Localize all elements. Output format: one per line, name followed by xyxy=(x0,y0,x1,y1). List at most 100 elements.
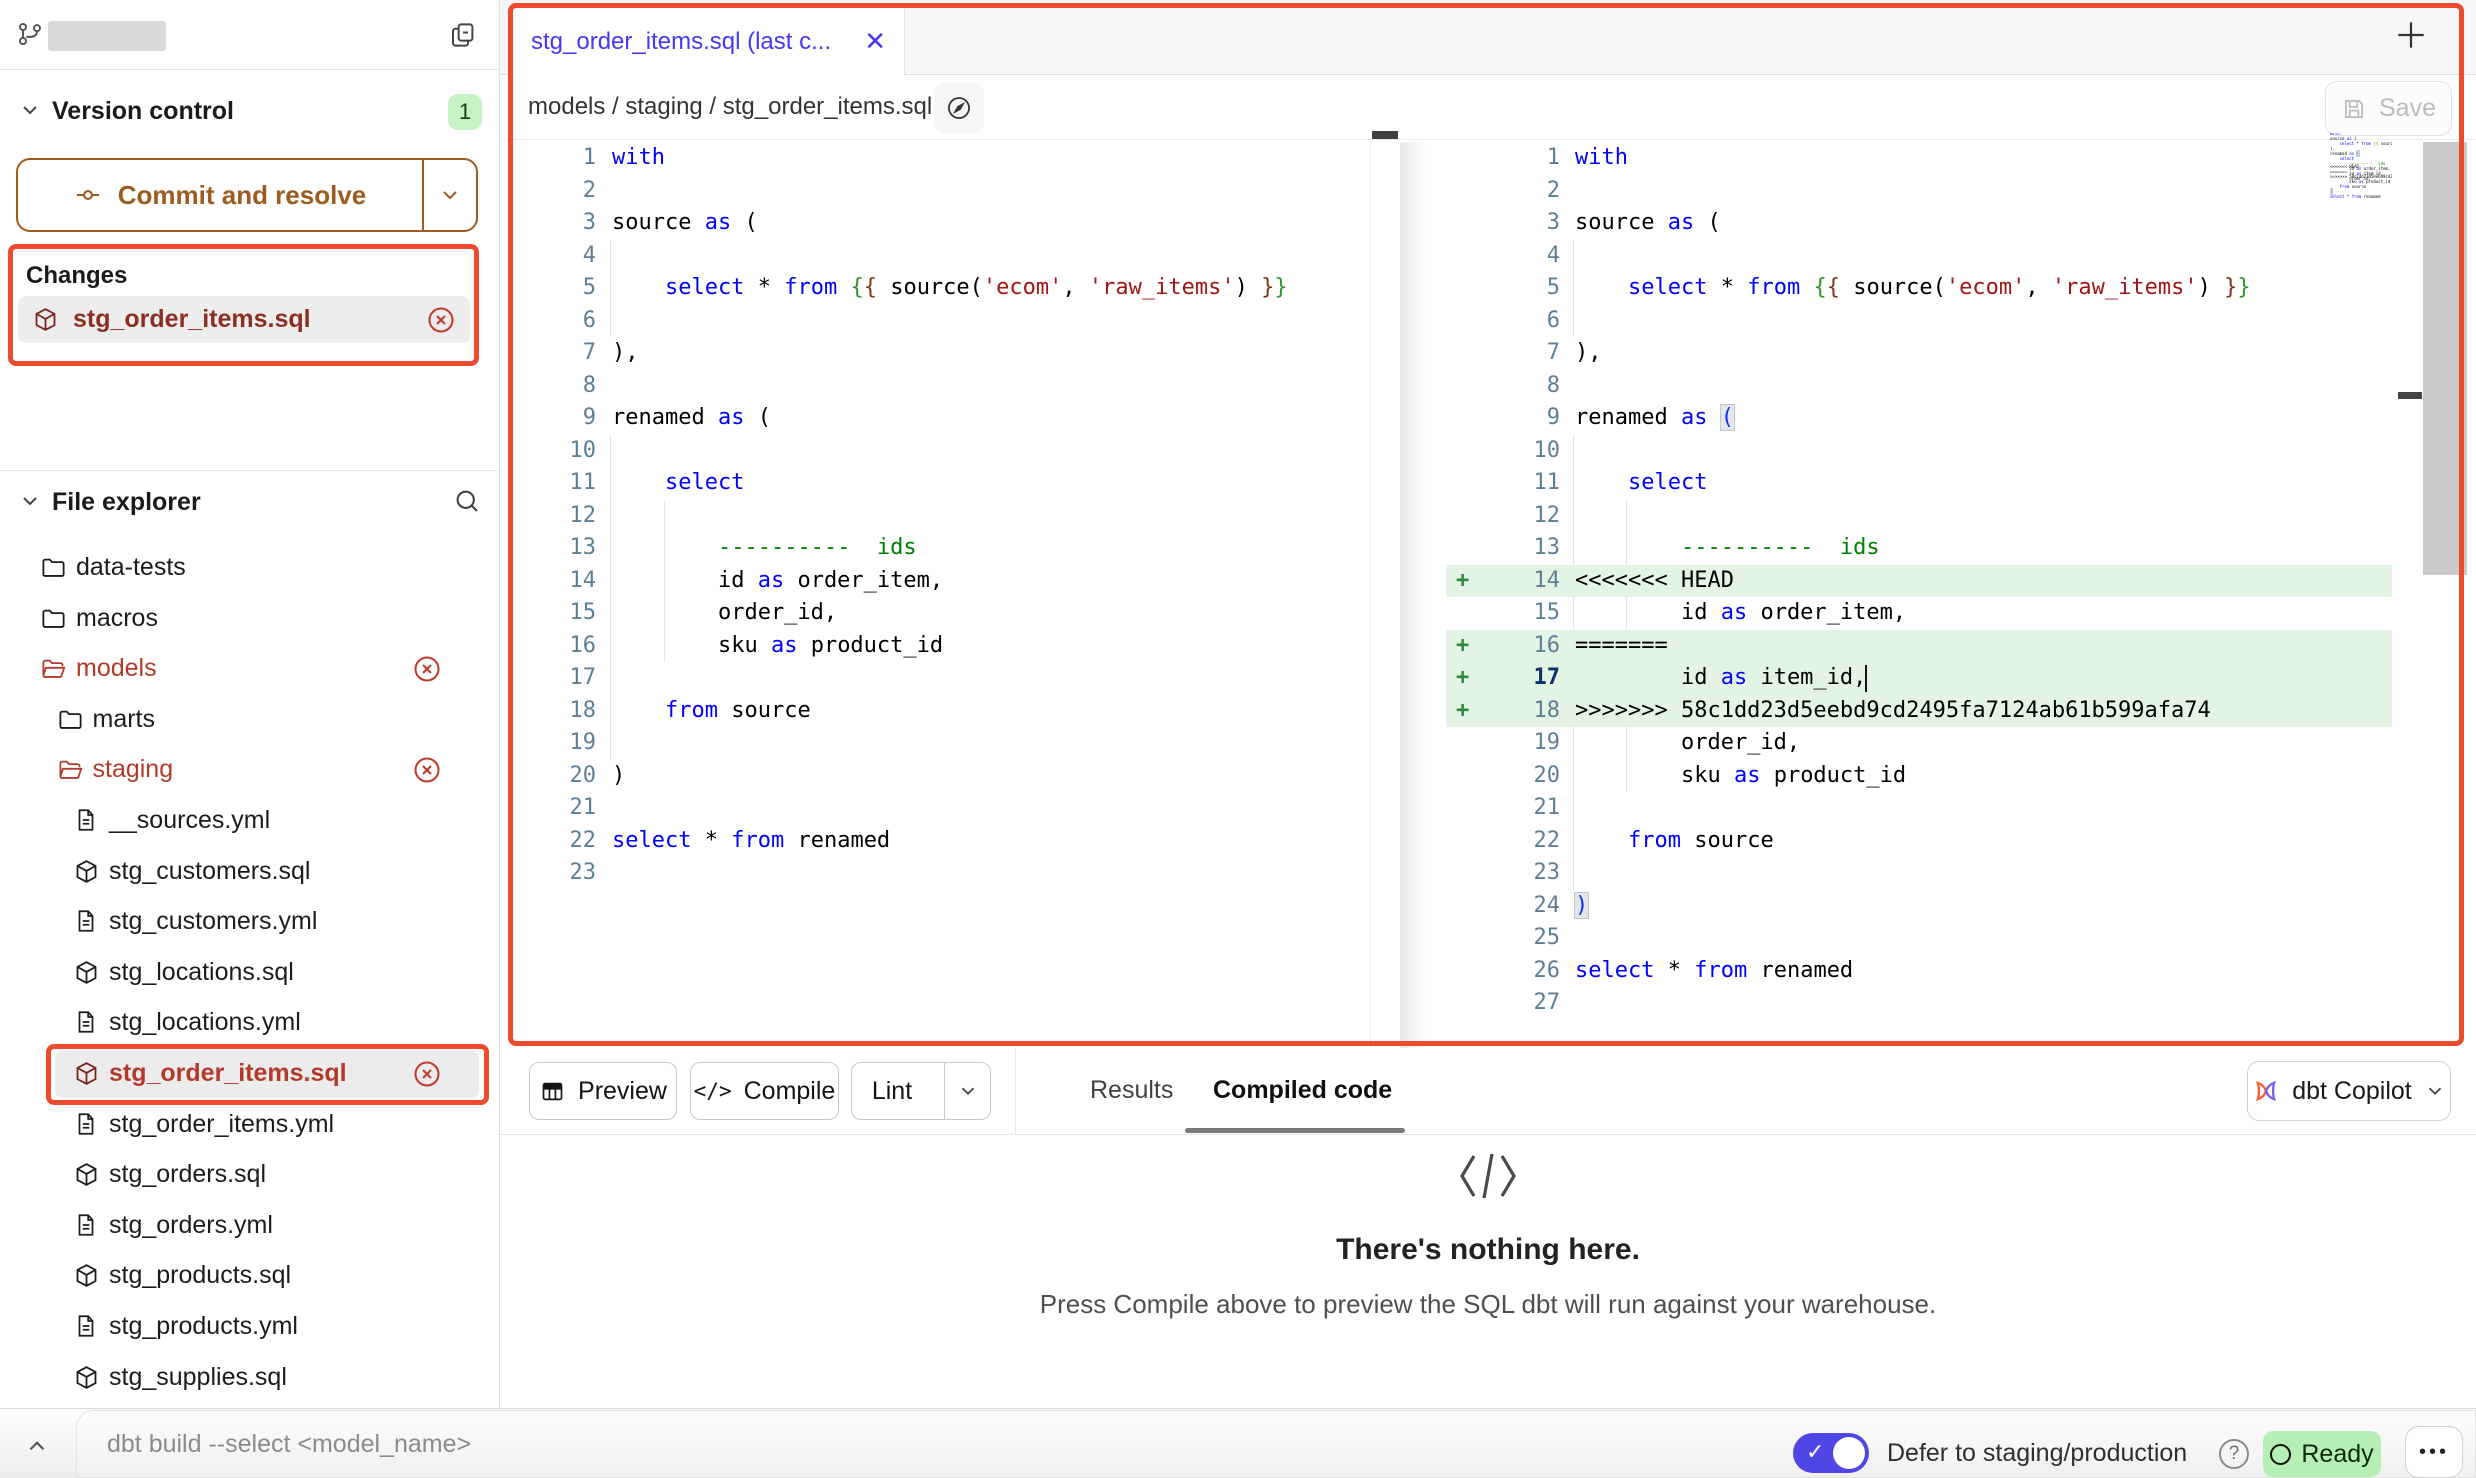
code-line-2[interactable]: 2 xyxy=(1400,175,2392,208)
lint-button[interactable]: Lint xyxy=(851,1062,991,1120)
left-scrollbar-thumb[interactable] xyxy=(1372,131,1398,139)
code-line-5[interactable]: 5 select * from {{ source('ecom', 'raw_i… xyxy=(1400,272,2392,305)
code-line-4[interactable]: 4 xyxy=(513,240,1370,273)
code-line-5[interactable]: 5 select * from {{ source('ecom', 'raw_i… xyxy=(513,272,1370,305)
code-line-17[interactable]: +17 id as item_id, xyxy=(1400,662,2392,695)
code-line-1[interactable]: 1with xyxy=(513,142,1370,175)
code-line-12[interactable]: 12 xyxy=(513,500,1370,533)
file-item-stg-locations-yml[interactable]: stg_locations.yml xyxy=(0,998,499,1048)
file-item--sources-yml[interactable]: __sources.yml xyxy=(0,796,499,846)
code-line-21[interactable]: 21 xyxy=(1400,792,2392,825)
code-line-1[interactable]: 1with xyxy=(1400,142,2392,175)
tab-stg-order-items[interactable]: stg_order_items.sql (last c... ✕ xyxy=(513,8,905,75)
code-line-3[interactable]: 3source as ( xyxy=(513,207,1370,240)
file-item-stg-supplies-sql[interactable]: stg_supplies.sql xyxy=(0,1353,499,1403)
code-line-15[interactable]: 15 id as order_item, xyxy=(1400,597,2392,630)
right-scrollbar-thumb[interactable] xyxy=(2423,142,2467,575)
code-line-6[interactable]: 6 xyxy=(1400,305,2392,338)
code-line-7[interactable]: 7), xyxy=(513,337,1370,370)
code-line-3[interactable]: 3source as ( xyxy=(1400,207,2392,240)
file-item-stg-products-sql[interactable]: stg_products.sql xyxy=(0,1251,499,1301)
code-line-18[interactable]: 18 from source xyxy=(513,695,1370,728)
lint-dropdown-button[interactable] xyxy=(944,1063,990,1119)
changed-file-item[interactable]: stg_order_items.sql xyxy=(18,296,470,343)
code-line-14[interactable]: 14 id as order_item, xyxy=(513,565,1370,598)
code-line-22[interactable]: 22select * from renamed xyxy=(513,825,1370,858)
code-line-14[interactable]: +14<<<<<<< HEAD xyxy=(1400,565,2392,598)
code-line-12[interactable]: 12 xyxy=(1400,500,2392,533)
code-line-4[interactable]: 4 xyxy=(1400,240,2392,273)
new-tab-plus-icon[interactable] xyxy=(2392,16,2430,54)
tab-results[interactable]: Results xyxy=(1090,1076,1173,1105)
code-line-19[interactable]: 19 xyxy=(513,727,1370,760)
tab-compiled-code[interactable]: Compiled code xyxy=(1213,1076,1392,1105)
code-line-25[interactable]: 25 xyxy=(1400,922,2392,955)
code-line-15[interactable]: 15 order_id, xyxy=(513,597,1370,630)
file-item-stg-customers-sql[interactable]: stg_customers.sql xyxy=(0,847,499,897)
file-item-staging[interactable]: staging xyxy=(0,745,499,795)
code-line-23[interactable]: 23 xyxy=(1400,857,2392,890)
file-item-stg-orders-yml[interactable]: stg_orders.yml xyxy=(0,1201,499,1251)
code-line-16[interactable]: 16 sku as product_id xyxy=(513,630,1370,663)
command-input[interactable]: dbt build --select <model_name> ✓ Defer … xyxy=(76,1410,2476,1478)
compile-button[interactable]: </> Compile xyxy=(690,1062,839,1120)
code-line-6[interactable]: 6 xyxy=(513,305,1370,338)
code-line-26[interactable]: 26select * from renamed xyxy=(1400,955,2392,988)
code-line-2[interactable]: 2 xyxy=(513,175,1370,208)
file-item-stg-customers-yml[interactable]: stg_customers.yml xyxy=(0,897,499,947)
preview-button[interactable]: Preview xyxy=(529,1062,677,1120)
code-line-13[interactable]: 13 ---------- ids xyxy=(1400,532,2392,565)
code-line-7[interactable]: 7), xyxy=(1400,337,2392,370)
file-item-models[interactable]: models xyxy=(0,644,499,694)
code-line-8[interactable]: 8 xyxy=(1400,370,2392,403)
minimap[interactable]: with source as ( select * from {{ source… xyxy=(2330,133,2392,203)
code-line-20[interactable]: 20 sku as product_id xyxy=(1400,760,2392,793)
discard-change-icon[interactable] xyxy=(412,755,442,785)
code-line-17[interactable]: 17 xyxy=(513,662,1370,695)
code-line-24[interactable]: 24) xyxy=(1400,890,2392,923)
file-item-stg-orders-sql[interactable]: stg_orders.sql xyxy=(0,1150,499,1200)
chevron-down-icon[interactable] xyxy=(18,98,42,122)
code-line-10[interactable]: 10 xyxy=(1400,435,2392,468)
defer-toggle[interactable]: ✓ xyxy=(1793,1433,1869,1473)
file-item-stg-order-items-yml[interactable]: stg_order_items.yml xyxy=(0,1100,499,1150)
discard-change-icon[interactable] xyxy=(412,1059,442,1089)
file-item-macros[interactable]: macros xyxy=(0,594,499,644)
file-item-stg-products-yml[interactable]: stg_products.yml xyxy=(0,1302,499,1352)
file-item-marts[interactable]: marts xyxy=(0,695,499,745)
save-button[interactable]: Save xyxy=(2325,81,2452,136)
code-line-8[interactable]: 8 xyxy=(513,370,1370,403)
discard-change-icon[interactable] xyxy=(426,305,456,335)
code-line-16[interactable]: +16======= xyxy=(1400,630,2392,663)
file-item-stg-order-items-sql[interactable]: stg_order_items.sql xyxy=(0,1049,499,1099)
code-line-10[interactable]: 10 xyxy=(513,435,1370,468)
lineage-icon[interactable] xyxy=(934,83,984,133)
code-line-21[interactable]: 21 xyxy=(513,792,1370,825)
code-line-27[interactable]: 27 xyxy=(1400,987,2392,1020)
file-item-stg-locations-sql[interactable]: stg_locations.sql xyxy=(0,948,499,998)
discard-change-icon[interactable] xyxy=(412,654,442,684)
commit-dropdown-button[interactable] xyxy=(422,160,476,230)
dbt-copilot-button[interactable]: dbt Copilot xyxy=(2247,1061,2451,1121)
code-line-11[interactable]: 11 select xyxy=(1400,467,2392,500)
code-line-11[interactable]: 11 select xyxy=(513,467,1370,500)
chevron-down-icon[interactable] xyxy=(18,489,42,513)
copy-docs-icon[interactable] xyxy=(448,20,478,50)
code-line-23[interactable]: 23 xyxy=(513,857,1370,890)
more-options-button[interactable]: ••• xyxy=(2405,1426,2463,1478)
tab-close-icon[interactable]: ✕ xyxy=(864,26,886,57)
code-line-9[interactable]: 9renamed as ( xyxy=(1400,402,2392,435)
code-line-19[interactable]: 19 order_id, xyxy=(1400,727,2392,760)
code-line-22[interactable]: 22 from source xyxy=(1400,825,2392,858)
file-item-data-tests[interactable]: data-tests xyxy=(0,543,499,593)
diff-pane-original[interactable]: 1with23source as (45 select * from {{ so… xyxy=(513,142,1370,1022)
commit-and-resolve-button[interactable]: Commit and resolve xyxy=(16,158,478,232)
diff-pane-modified[interactable]: 1with23source as (45 select * from {{ so… xyxy=(1400,142,2392,1022)
code-line-13[interactable]: 13 ---------- ids xyxy=(513,532,1370,565)
search-icon[interactable] xyxy=(452,486,482,516)
help-icon[interactable]: ? xyxy=(2219,1439,2249,1469)
code-line-9[interactable]: 9renamed as ( xyxy=(513,402,1370,435)
code-line-18[interactable]: +18>>>>>>> 58c1dd23d5eebd9cd2495fa7124ab… xyxy=(1400,695,2392,728)
chevron-up-icon[interactable] xyxy=(24,1433,50,1459)
code-line-20[interactable]: 20) xyxy=(513,760,1370,793)
